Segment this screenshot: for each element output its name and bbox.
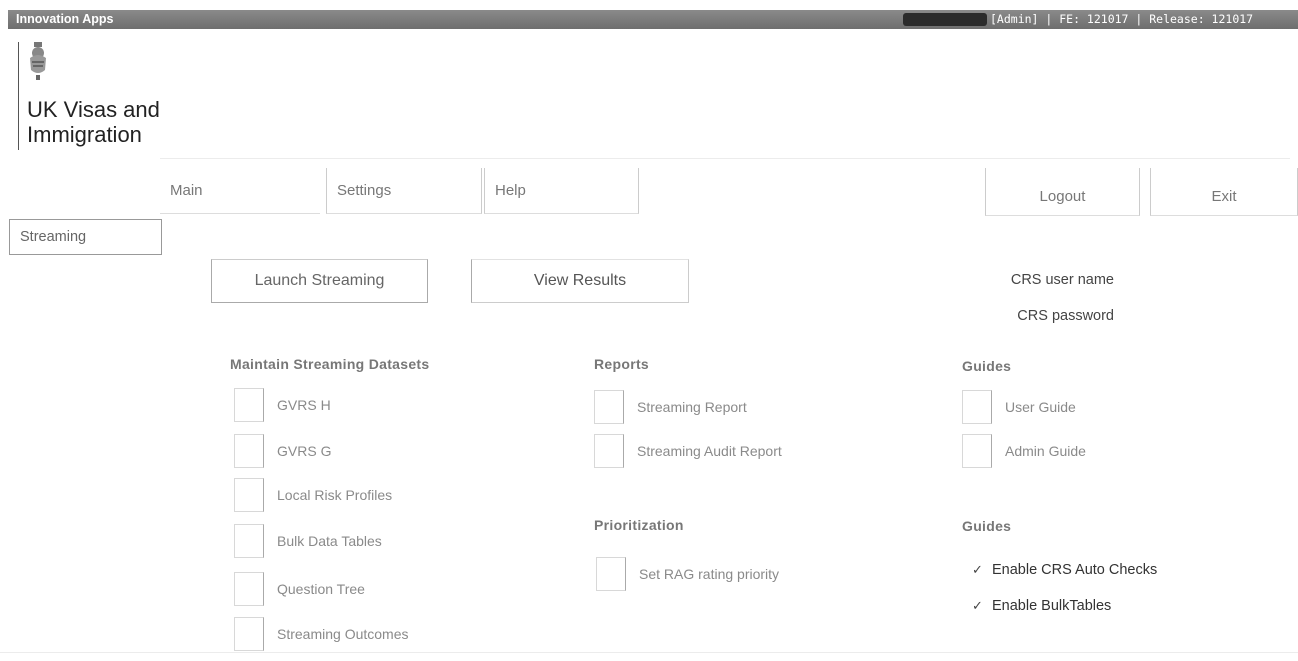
tab-help[interactable]: Help [484,168,639,214]
crs-username-label: CRS user name [1010,272,1114,288]
guide-item-admin-guide[interactable]: Admin Guide [962,434,1086,468]
checkbox[interactable] [962,390,992,424]
royal-crest-icon [27,42,49,87]
checkbox[interactable] [594,390,624,424]
enable-bulktables-toggle[interactable]: ✓ Enable BulkTables [972,598,1111,614]
dataset-item-local-risk-profiles[interactable]: Local Risk Profiles [234,478,392,512]
settings-guides-heading: Guides [962,518,1012,534]
checkbox[interactable] [234,572,264,606]
brand-line-2: Immigration [27,122,142,147]
brand-name: UK Visas and Immigration [27,97,160,147]
dataset-item-question-tree[interactable]: Question Tree [234,572,365,606]
checkbox[interactable] [234,617,264,651]
checkbox[interactable] [234,434,264,468]
logo-divider [18,42,19,150]
guide-item-user-guide[interactable]: User Guide [962,390,1076,424]
launch-streaming-button[interactable]: Launch Streaming [211,259,428,303]
check-icon: ✓ [972,562,983,577]
checkbox[interactable] [596,557,626,591]
redacted-username [903,13,987,26]
prioritization-heading: Prioritization [594,517,684,533]
checkbox[interactable] [234,388,264,422]
tab-streaming[interactable]: Streaming [9,219,162,255]
check-icon: ✓ [972,598,983,613]
dataset-item-gvrs-g[interactable]: GVRS G [234,434,331,468]
exit-button[interactable]: Exit [1150,168,1298,216]
checkbox[interactable] [594,434,624,468]
footer-divider [0,652,1298,653]
tab-main[interactable]: Main [160,168,320,214]
report-item-streaming-report[interactable]: Streaming Report [594,390,747,424]
dataset-item-streaming-outcomes[interactable]: Streaming Outcomes [234,617,409,651]
view-results-button[interactable]: View Results [471,259,689,303]
checkbox[interactable] [962,434,992,468]
dataset-item-bulk-data-tables[interactable]: Bulk Data Tables [234,524,382,558]
datasets-heading: Maintain Streaming Datasets [230,356,430,372]
app-title: Innovation Apps [16,12,114,26]
session-status: [Admin] | FE: 121017 | Release: 121017 [990,12,1254,26]
header-divider [160,158,1290,159]
top-bar: Innovation Apps [Admin] | FE: 121017 | R… [8,10,1298,29]
brand-line-1: UK Visas and [27,97,160,122]
crs-password-label: CRS password [1017,308,1114,324]
prioritization-item-set-rag-rating[interactable]: Set RAG rating priority [596,557,779,591]
checkbox[interactable] [234,478,264,512]
dataset-item-gvrs-h[interactable]: GVRS H [234,388,331,422]
guides-heading: Guides [962,358,1012,374]
enable-crs-auto-checks-toggle[interactable]: ✓ Enable CRS Auto Checks [972,562,1157,578]
logout-button[interactable]: Logout [985,168,1140,216]
tab-settings[interactable]: Settings [326,168,482,214]
checkbox[interactable] [234,524,264,558]
report-item-streaming-audit-report[interactable]: Streaming Audit Report [594,434,782,468]
reports-heading: Reports [594,356,649,372]
